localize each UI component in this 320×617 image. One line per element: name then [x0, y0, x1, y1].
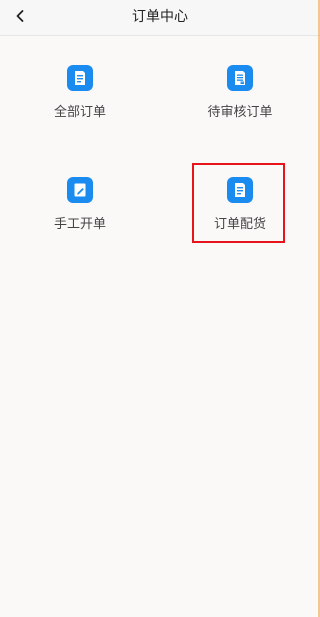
menu-item-manual-order[interactable]: 手工开单 — [0, 177, 160, 257]
document-list-icon — [67, 65, 93, 91]
menu-item-label: 订单配货 — [213, 217, 266, 232]
document-edit-icon — [67, 177, 93, 203]
menu-item-label: 待审核订单 — [207, 105, 273, 120]
page-title: 订单中心 — [132, 9, 188, 25]
menu-item-pending-orders[interactable]: 待审核订单 — [160, 65, 320, 145]
menu-item-label: 手工开单 — [53, 217, 106, 232]
document-review-icon — [227, 65, 253, 91]
document-list-icon — [227, 177, 253, 203]
menu-item-label: 全部订单 — [53, 105, 106, 120]
menu-item-order-distribution[interactable]: 订单配货 — [160, 177, 320, 257]
header-bar: 订单中心 — [0, 0, 320, 36]
menu-item-all-orders[interactable]: 全部订单 — [0, 65, 160, 145]
